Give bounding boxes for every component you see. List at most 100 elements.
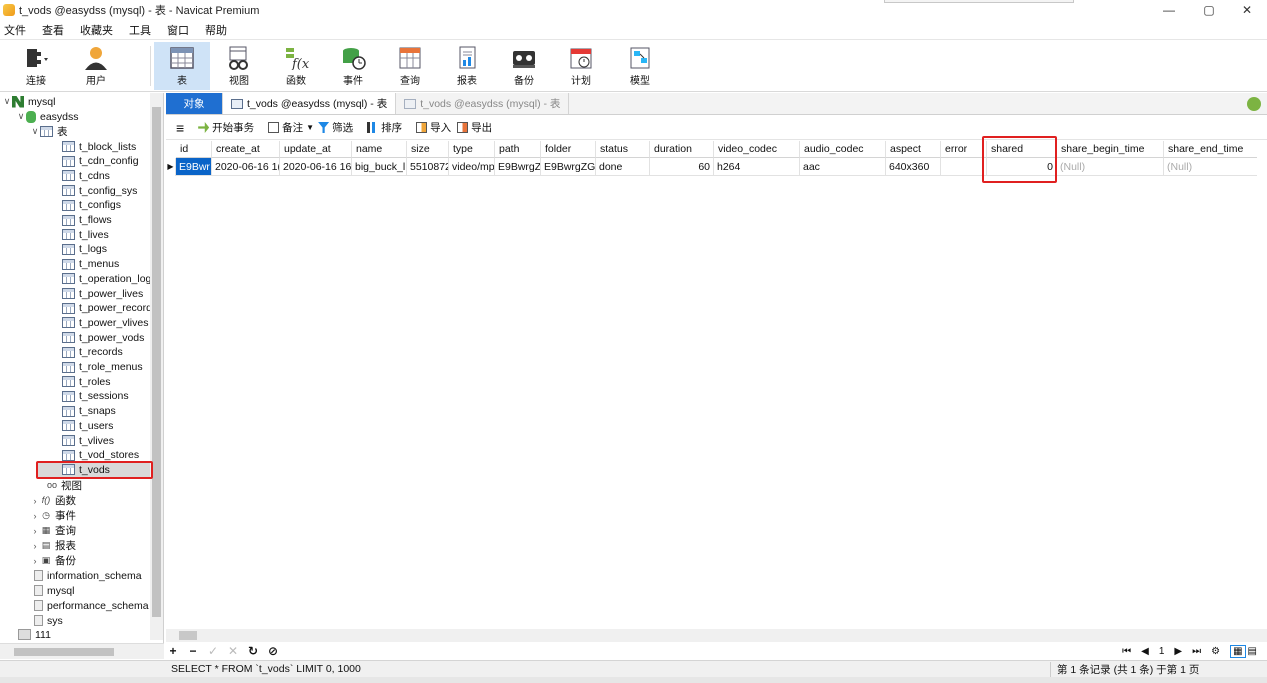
first-page-icon[interactable]: ⏮ [1122,646,1131,657]
column-header-size[interactable]: size [407,141,449,158]
column-header-error[interactable]: error [941,141,987,158]
maximize-button[interactable]: ▢ [1192,0,1226,20]
cell-type[interactable]: video/mp [449,158,495,176]
menu-help[interactable]: 帮助 [205,22,227,38]
tree-table-item[interactable]: t_power_records [62,301,157,316]
tree-horizontal-scrollbar[interactable] [0,643,164,659]
column-header-video-codec[interactable]: video_codec [714,141,800,158]
report-button[interactable]: 报表 [439,42,495,90]
tree-table-item[interactable]: t_records [62,345,123,360]
function-button[interactable]: f(x) 函数 [268,42,324,90]
scroll-thumb[interactable] [152,107,161,617]
refresh-button[interactable]: ↻ [246,644,260,658]
menu-hamburger-button[interactable]: ≡ [176,120,184,136]
tree-schema-mysql[interactable]: mysql [34,583,74,598]
tree-table-item[interactable]: t_snaps [62,404,116,419]
tree-schema-information[interactable]: information_schema [34,568,142,583]
apply-changes-button[interactable]: ✓ [206,644,220,658]
stop-button[interactable]: ⊘ [266,644,280,658]
cell-error[interactable] [941,158,987,176]
model-button[interactable]: 模型 [612,42,668,90]
chevron-right-icon[interactable]: › [30,496,40,506]
import-button[interactable]: 导入 [416,120,451,135]
tree-group-reports[interactable]: › ▤ 报表 [30,538,77,553]
tree-table-item[interactable]: t_configs [62,198,121,213]
column-header-update-at[interactable]: update_at [280,141,352,158]
view-button[interactable]: 视图 [211,42,267,90]
connect-button[interactable]: 连接 [8,42,64,90]
tree-schema-performance[interactable]: performance_schema [34,598,149,613]
menu-view[interactable]: 查看 [42,22,64,38]
cell-share-begin-time[interactable]: (Null) [1057,158,1164,176]
tab-t-vods-design[interactable]: t_vods @easydss (mysql) - 表 [396,93,570,114]
column-header-share-begin-time[interactable]: share_begin_time [1057,141,1164,158]
cell-path[interactable]: E9BwrgZ( [495,158,541,176]
user-button[interactable]: 用户 [68,42,124,90]
chevron-right-icon[interactable]: › [30,526,40,536]
tree-table-item[interactable]: t_block_lists [62,139,136,154]
backup-button[interactable]: 备份 [496,42,552,90]
tree-table-item[interactable]: t_flows [62,213,112,228]
query-button[interactable]: 查询 [382,42,438,90]
tree-table-item[interactable]: t_power_lives [62,286,143,301]
tree-group-queries[interactable]: › ▦ 查询 [30,523,77,538]
cell-status[interactable]: done [596,158,650,176]
cell-audio-codec[interactable]: aac [800,158,886,176]
scroll-thumb[interactable] [179,631,197,640]
column-header-create-at[interactable]: create_at [212,141,280,158]
chevron-down-icon[interactable]: ∨ [16,111,26,122]
chevron-right-icon[interactable]: › [30,511,40,521]
tree-table-item[interactable]: t_lives [62,227,109,242]
cell-share-end-time[interactable]: (Null) [1164,158,1257,176]
column-header-aspect[interactable]: aspect [886,141,941,158]
column-header-type[interactable]: type [449,141,495,158]
chevron-down-icon[interactable]: ∨ [2,96,12,107]
chevron-right-icon[interactable]: › [30,556,40,566]
cell-name[interactable]: big_buck_l [352,158,407,176]
last-page-icon[interactable]: ⏭ [1192,646,1201,657]
form-view-icon[interactable]: ▤ [1248,646,1257,657]
previous-page-icon[interactable]: ◀ [1141,646,1149,657]
note-button[interactable]: 备注 ▼ [268,120,314,135]
grid-view-icon[interactable]: ▦ [1230,644,1246,658]
menu-favorites[interactable]: 收藏夹 [80,22,113,38]
column-header-folder[interactable]: folder [541,141,596,158]
column-header-path[interactable]: path [495,141,541,158]
tree-schema-sys[interactable]: sys [34,613,63,628]
tree-group-functions[interactable]: › f() 函数 [30,493,77,508]
tree-table-item[interactable]: t_users [62,418,113,433]
tree-table-item[interactable]: t_roles [62,374,111,389]
grid-vertical-scrollbar[interactable] [1257,141,1267,629]
column-header-audio-codec[interactable]: audio_codec [800,141,886,158]
tree-group-events[interactable]: › ◷ 事件 [30,508,77,523]
tree-connection-111[interactable]: 111 [18,627,51,642]
cell-create-at[interactable]: 2020-06-16 1( [212,158,280,176]
tree-table-item[interactable]: t_menus [62,257,119,272]
menu-file[interactable]: 文件 [4,22,26,38]
tree-group-views[interactable]: oo 视图 [46,478,82,493]
add-record-button[interactable]: + [166,644,180,658]
tree-vertical-scrollbar[interactable] [150,93,163,640]
cell-duration[interactable]: 60 [650,158,714,176]
minimize-button[interactable]: — [1152,0,1186,20]
tree-database-easydss[interactable]: ∨ easydss [16,109,79,124]
cell-update-at[interactable]: 2020-06-16 16 [280,158,352,176]
next-page-icon[interactable]: ▶ [1174,646,1182,657]
chevron-right-icon[interactable]: › [30,541,40,551]
tree-group-backups[interactable]: › ▣ 备份 [30,553,77,568]
tree-table-item[interactable]: t_power_vods [62,330,144,345]
tab-objects[interactable]: 对象 [166,93,223,114]
tree-table-item[interactable]: t_logs [62,242,107,257]
close-button[interactable]: ✕ [1230,0,1264,20]
export-button[interactable]: 导出 [457,120,492,135]
cell-folder[interactable]: E9BwrgZG( [541,158,596,176]
delete-record-button[interactable]: − [186,644,200,658]
column-header-duration[interactable]: duration [650,141,714,158]
filter-button[interactable]: 筛选 [318,120,353,135]
begin-transaction-button[interactable]: 开始事务 [198,120,254,135]
tree-table-item[interactable]: t_power_vlives [62,315,148,330]
cell-size[interactable]: 5510872 [407,158,449,176]
menu-tools[interactable]: 工具 [129,22,151,38]
grid-horizontal-scrollbar[interactable] [166,629,1267,642]
tree-table-item[interactable]: t_cdn_config [62,154,139,169]
